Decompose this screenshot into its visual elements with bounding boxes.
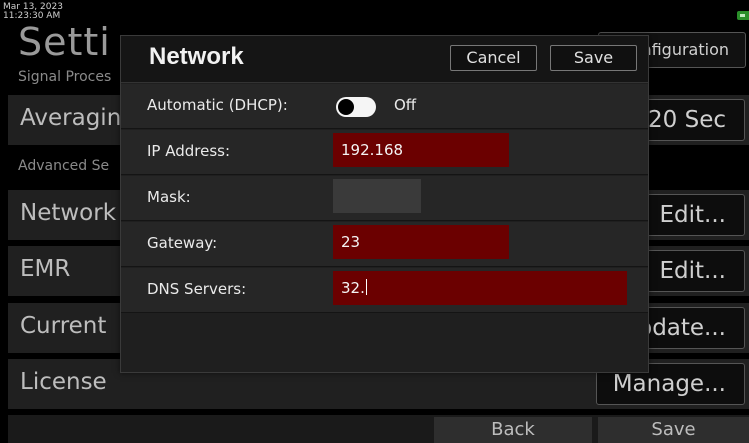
dns-label: DNS Servers: bbox=[147, 280, 247, 298]
row-label: Averagin bbox=[20, 105, 122, 131]
dialog-title: Network bbox=[149, 43, 244, 70]
settings-save-button[interactable]: Save bbox=[598, 417, 749, 443]
save-button[interactable]: Save bbox=[550, 45, 637, 71]
battery-icon bbox=[737, 11, 749, 20]
dns-row: DNS Servers: 32. bbox=[121, 268, 648, 313]
dns-value: 32. bbox=[341, 279, 365, 297]
back-button[interactable]: Back bbox=[434, 417, 592, 443]
dhcp-label: Automatic (DHCP): bbox=[147, 96, 288, 114]
gateway-row: Gateway: 23 bbox=[121, 222, 648, 267]
dhcp-row: Automatic (DHCP): Off bbox=[121, 84, 648, 129]
row-label: Network bbox=[20, 200, 117, 226]
ip-label: IP Address: bbox=[147, 142, 231, 160]
section-label-advanced: Advanced Se bbox=[18, 158, 110, 174]
dialog-header: Network Cancel Save bbox=[121, 36, 648, 83]
dhcp-toggle[interactable] bbox=[336, 97, 376, 117]
section-label-signal: Signal Proces bbox=[18, 69, 112, 85]
datetime: Mar 13, 2023 11:23:30 AM bbox=[3, 3, 123, 21]
dhcp-state: Off bbox=[394, 96, 417, 114]
network-dialog: Network Cancel Save Automatic (DHCP): Of… bbox=[120, 35, 649, 373]
gateway-field[interactable]: 23 bbox=[333, 225, 509, 259]
page-title: Setti bbox=[18, 20, 111, 64]
ip-row: IP Address: 192.168 bbox=[121, 130, 648, 175]
dns-servers-field[interactable]: 32. bbox=[333, 271, 627, 305]
ip-address-field[interactable]: 192.168 bbox=[333, 133, 509, 167]
toggle-knob bbox=[338, 99, 354, 115]
mask-field[interactable] bbox=[333, 179, 421, 213]
row-label: Current bbox=[20, 313, 107, 339]
mask-label: Mask: bbox=[147, 188, 191, 206]
text-caret bbox=[365, 279, 367, 295]
mask-row: Mask: bbox=[121, 176, 648, 221]
row-label: EMR bbox=[20, 256, 71, 282]
row-label: License bbox=[20, 369, 107, 395]
gateway-label: Gateway: bbox=[147, 234, 218, 252]
cancel-button[interactable]: Cancel bbox=[450, 45, 537, 71]
